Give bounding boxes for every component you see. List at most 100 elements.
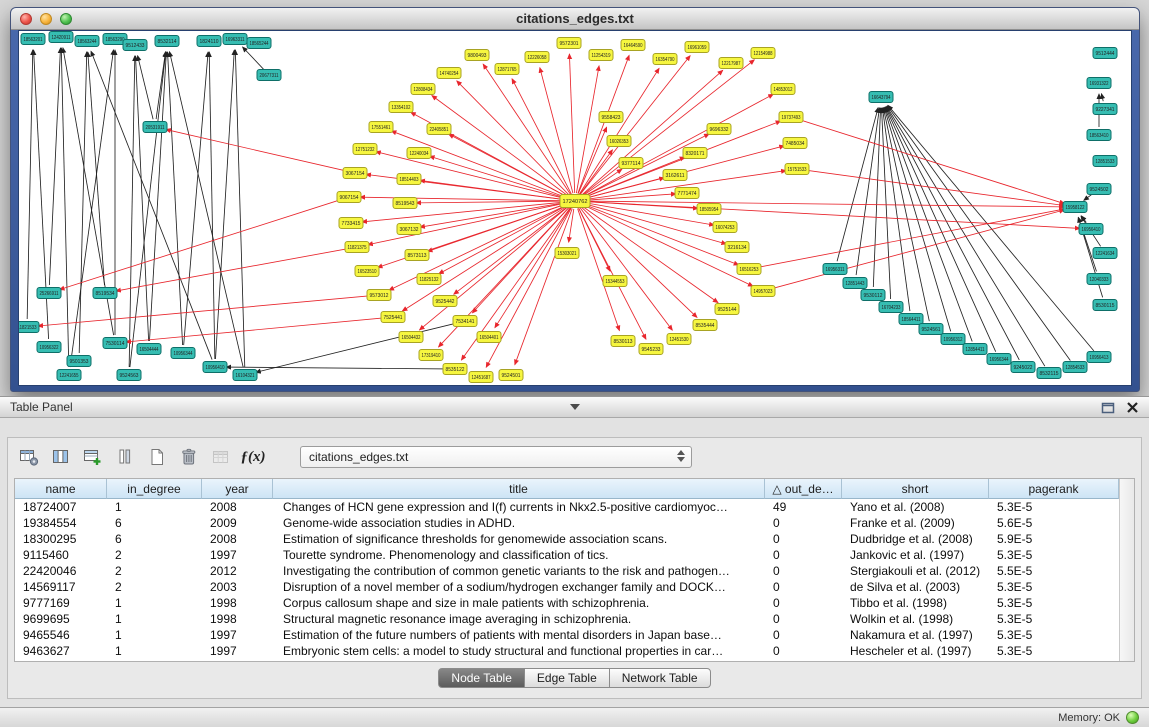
graph-edge[interactable]	[1081, 216, 1086, 223]
graph-node[interactable]: 16956311	[823, 264, 847, 275]
graph-node[interactable]: 9227341	[1093, 104, 1117, 115]
graph-edge[interactable]	[49, 48, 60, 285]
graph-node[interactable]: 12040333	[1087, 274, 1111, 285]
graph-node[interactable]: 12851533	[1093, 156, 1117, 167]
new-file-button[interactable]	[144, 444, 170, 470]
graph-edge[interactable]	[569, 209, 574, 242]
graph-node[interactable]: 9067154	[337, 192, 361, 203]
graph-node[interactable]: 20677311	[257, 70, 281, 81]
graph-node[interactable]: 16516253	[737, 264, 761, 275]
graph-node[interactable]: 9501353	[67, 356, 91, 367]
graph-node[interactable]: 12240034	[407, 148, 431, 159]
delete-button[interactable]	[176, 444, 202, 470]
graph-edge[interactable]	[215, 50, 234, 359]
graph-edge[interactable]	[578, 55, 629, 193]
graph-edge[interactable]	[449, 134, 568, 197]
graph-node[interactable]: 3067154	[343, 168, 367, 179]
graph-edge[interactable]	[581, 207, 697, 318]
table-panel-titlebar[interactable]: Table Panel	[0, 397, 1149, 418]
graph-node[interactable]: 8532115	[1037, 368, 1061, 379]
graph-node[interactable]: 9512444	[1093, 48, 1117, 59]
column-chooser-button[interactable]	[112, 444, 138, 470]
graph-edge[interactable]	[515, 209, 572, 365]
graph-edge[interactable]	[454, 206, 569, 294]
graph-node[interactable]: 8573113	[405, 250, 429, 261]
graph-node[interactable]: 16354790	[653, 54, 677, 65]
graph-edge[interactable]	[88, 52, 105, 285]
graph-node[interactable]: 16961059	[685, 42, 709, 53]
table-row[interactable]: 969969511998Structural magnetic resonanc…	[15, 611, 1119, 627]
float-panel-icon[interactable]	[1101, 401, 1116, 414]
graph-edge[interactable]	[61, 48, 69, 367]
graph-edge[interactable]	[856, 108, 879, 275]
table-row[interactable]: 1872400712008Changes of HCN gene express…	[15, 499, 1119, 515]
graph-edge[interactable]	[170, 52, 244, 367]
graph-node[interactable]: 12871765	[495, 64, 519, 75]
graph-edge[interactable]	[243, 47, 264, 69]
graph-node[interactable]: 8530115	[1093, 300, 1117, 311]
graph-node[interactable]: 10956312	[941, 334, 965, 345]
graph-node[interactable]: 9245022	[1011, 362, 1035, 373]
function-builder-button[interactable]: ƒ(x)	[240, 444, 266, 470]
graph-edge[interactable]	[540, 68, 573, 194]
graph-edge[interactable]	[582, 169, 622, 196]
graph-node[interactable]: 9545233	[639, 344, 663, 355]
graph-node[interactable]: 9525144	[715, 304, 739, 315]
tab-node-table[interactable]: Node Table	[438, 668, 525, 688]
graph-node[interactable]: 14957023	[751, 286, 775, 297]
table-row[interactable]: 946554611997Estimation of the future num…	[15, 627, 1119, 643]
column-header-pagerank[interactable]: pagerank	[989, 479, 1119, 499]
graph-node[interactable]: 9512433	[123, 40, 147, 51]
graph-edge[interactable]	[457, 81, 570, 195]
graph-node[interactable]: 16956410	[1079, 224, 1103, 235]
graph-edge[interactable]	[138, 56, 153, 120]
graph-edge[interactable]	[184, 52, 208, 345]
table-row[interactable]: 946362711997Embryonic stem cells: a mode…	[15, 643, 1119, 659]
graph-edge[interactable]	[578, 209, 620, 331]
graph-node[interactable]: 12854533	[1063, 362, 1087, 373]
graph-node[interactable]: 16026353	[607, 136, 631, 147]
table-settings-button[interactable]	[16, 444, 42, 470]
graph-node[interactable]: 12751232	[353, 144, 377, 155]
graph-node[interactable]: 15303021	[555, 248, 579, 259]
graph-edge[interactable]	[126, 318, 385, 342]
graph-node[interactable]: 10956322	[37, 342, 61, 353]
graph-node[interactable]: 12808434	[411, 84, 435, 95]
graph-node[interactable]: 3162611	[663, 170, 687, 181]
graph-edge[interactable]	[569, 54, 574, 193]
graph-node[interactable]: 7530114	[103, 338, 127, 349]
graph-edge[interactable]	[256, 323, 458, 372]
graph-node[interactable]: 9800493	[465, 50, 489, 61]
graph-edge[interactable]	[799, 119, 1065, 203]
table-row[interactable]: 911546021997Tourette syndrome. Phenomeno…	[15, 547, 1119, 563]
graph-edge[interactable]	[430, 156, 568, 198]
graph-edge[interactable]	[1101, 94, 1103, 101]
graph-node[interactable]: 18563410	[1087, 130, 1111, 141]
column-header-out-degree[interactable]: △ out_de…	[765, 479, 842, 499]
graph-node[interactable]: 16523510	[355, 266, 379, 277]
network-graph[interactable]: 1724076212154988122179871696105916354790…	[19, 31, 1132, 385]
column-header-name[interactable]: name	[15, 479, 107, 499]
graph-edge[interactable]	[168, 52, 183, 345]
graph-node[interactable]: 8320171	[683, 148, 707, 159]
graph-node[interactable]: 12154988	[751, 48, 775, 59]
graph-edge[interactable]	[416, 201, 567, 203]
graph-node[interactable]: 18505954	[697, 204, 721, 215]
graph-node[interactable]: 7733415	[339, 218, 363, 229]
graph-node[interactable]: 12451687	[469, 372, 493, 383]
column-header-title[interactable]: title	[273, 479, 765, 499]
graph-node[interactable]: 16104321	[233, 370, 257, 381]
graph-edge[interactable]	[757, 209, 1064, 267]
window-titlebar[interactable]: citations_edges.txt	[11, 8, 1139, 30]
graph-node[interactable]: 8530113	[611, 336, 635, 347]
graph-edge[interactable]	[805, 170, 1064, 205]
graph-edge[interactable]	[576, 66, 599, 193]
import-table-button[interactable]	[208, 444, 234, 470]
column-header-short[interactable]: short	[842, 479, 989, 499]
graph-node[interactable]: 10956410	[203, 362, 227, 373]
graph-node[interactable]: 13354102	[389, 102, 413, 113]
graph-node[interactable]: 9524563	[117, 370, 141, 381]
graph-edge[interactable]	[149, 52, 166, 341]
graph-node[interactable]: 16464590	[621, 40, 645, 51]
graph-node[interactable]: 7534141	[453, 316, 477, 327]
